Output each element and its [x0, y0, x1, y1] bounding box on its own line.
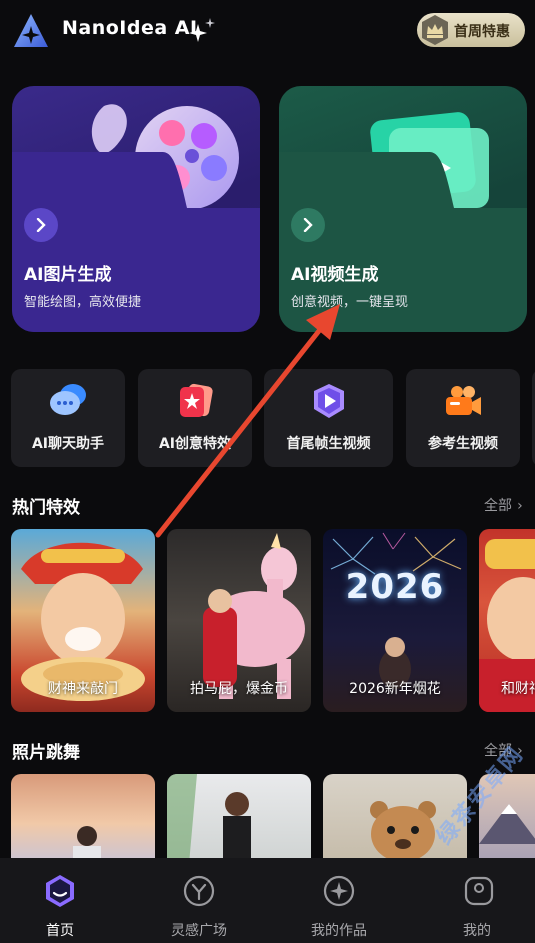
tool-reference-video[interactable]: 参考生视频 [406, 369, 520, 467]
photo-dance-title: 照片跳舞 [12, 743, 80, 763]
works-icon [321, 873, 357, 909]
ai-image-generation-card[interactable]: AI图片生成 智能绘图，高效便捷 [12, 86, 260, 332]
hot-effects-see-all[interactable]: 全部 › [484, 495, 523, 515]
sparkle-icon [188, 16, 218, 44]
effect-caption: 拍马屁，爆金币 [190, 681, 288, 697]
dance-card[interactable] [167, 774, 311, 864]
tool-first-last-frame-video[interactable]: 首尾帧生视频 [264, 369, 393, 467]
first-week-offer-button[interactable]: 首周特惠 [417, 13, 525, 47]
chevron-right-icon [24, 208, 58, 242]
app-title: NanoIdea AI [62, 17, 198, 39]
chat-bubble-icon [48, 381, 88, 421]
see-all-label: 全部 [484, 498, 512, 514]
effect-card[interactable]: 财神来敲门 [11, 529, 155, 712]
nav-label: 我的 [463, 923, 491, 939]
tool-label: AI聊天助手 [31, 436, 105, 452]
bottom-navigation: 首页 灵感广场 我的作品 我的 [0, 858, 535, 943]
tool-ai-creative-effects[interactable]: AI创意特效 [138, 369, 252, 467]
play-shield-icon [309, 381, 349, 421]
effect-card[interactable]: 2026 2026新年烟花 [323, 529, 467, 712]
tool-ai-chat-assistant[interactable]: AI聊天助手 [11, 369, 125, 467]
effect-card[interactable]: 拍马屁，爆金币 [167, 529, 311, 712]
nav-item-home[interactable]: 首页 [0, 858, 120, 943]
nav-item-my-works[interactable]: 我的作品 [279, 858, 399, 943]
effect-card[interactable]: 和财神 [479, 529, 535, 712]
hot-effects-title: 热门特效 [12, 498, 80, 518]
star-card-icon [175, 381, 215, 421]
chevron-right-icon: › [517, 498, 523, 514]
nav-label: 首页 [46, 923, 74, 939]
dance-thumbnail [73, 826, 101, 864]
chevron-right-icon [291, 208, 325, 242]
inspiration-icon [181, 873, 217, 909]
dance-card[interactable] [11, 774, 155, 864]
dance-thumbnail [167, 774, 251, 864]
video-camera-icon [443, 381, 483, 421]
nav-label: 灵感广场 [171, 923, 227, 939]
promo-label: 首周特惠 [454, 24, 510, 40]
home-icon [42, 873, 78, 909]
tool-label: 参考生视频 [428, 436, 498, 452]
ai-video-generation-card[interactable]: AI视频生成 创意视频，一键呈现 [279, 86, 527, 332]
hero-subtitle: 智能绘图，高效便捷 [24, 295, 142, 310]
tool-label: 首尾帧生视频 [286, 436, 371, 452]
profile-icon [461, 873, 497, 909]
nav-item-inspiration[interactable]: 灵感广场 [139, 858, 259, 943]
fireworks-year-text: 2026 [345, 567, 445, 607]
tool-label: AI创意特效 [158, 436, 232, 452]
effect-caption: 和财神 [501, 681, 535, 697]
nav-label: 我的作品 [311, 923, 367, 939]
app-logo-icon [12, 12, 50, 50]
hero-title: AI视频生成 [291, 265, 379, 285]
hero-title: AI图片生成 [24, 265, 112, 285]
effect-caption: 财神来敲门 [48, 681, 118, 697]
crown-badge-icon [419, 14, 451, 46]
hero-subtitle: 创意视频，一键呈现 [291, 295, 409, 310]
nav-item-profile[interactable]: 我的 [419, 858, 535, 943]
effect-caption: 2026新年烟花 [349, 681, 441, 697]
